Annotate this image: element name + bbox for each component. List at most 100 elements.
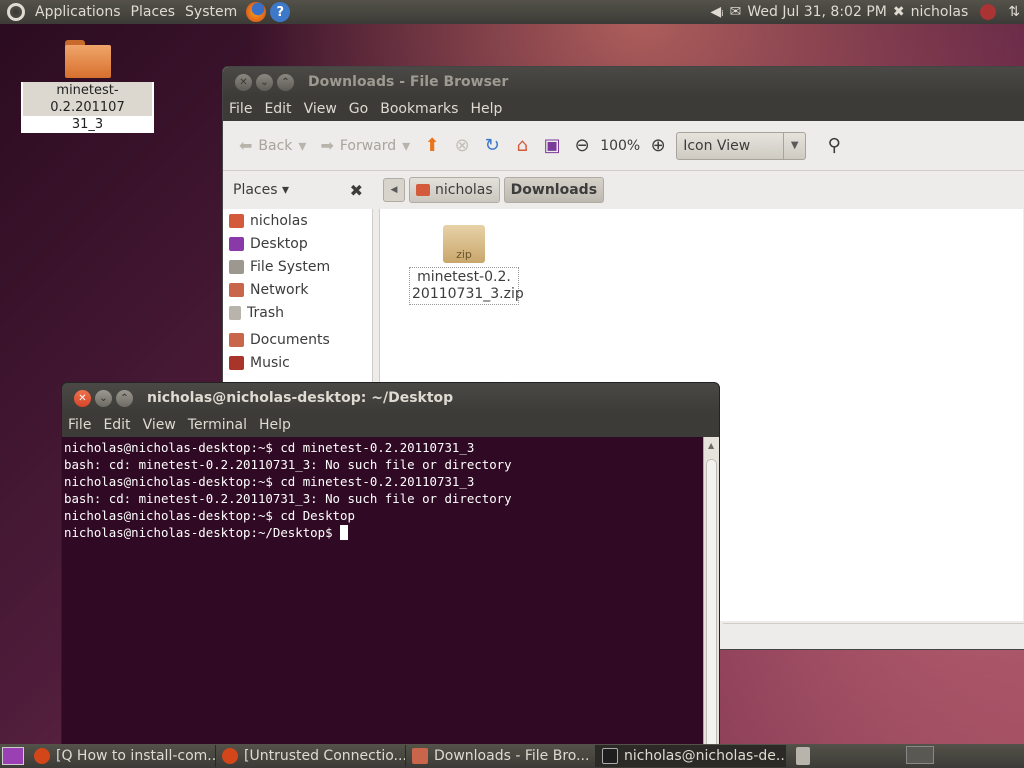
- taskbar-item-terminal[interactable]: nicholas@nicholas-de...: [596, 745, 786, 767]
- terminal-titlebar[interactable]: ✕ ⌄ ⌃ nicholas@nicholas-desktop: ~/Deskt…: [62, 383, 719, 413]
- menu-bookmarks[interactable]: Bookmarks: [374, 101, 464, 117]
- back-arrow-icon: ⬅: [239, 136, 253, 155]
- sidebar-item-label: nicholas: [250, 212, 308, 229]
- taskbar-item-untrusted[interactable]: [Untrusted Connectio...: [216, 745, 406, 767]
- computer-icon[interactable]: ▣: [540, 134, 564, 158]
- home-folder-icon: [229, 213, 244, 228]
- breadcrumb-downloads[interactable]: Downloads: [503, 177, 605, 203]
- terminal-line: nicholas@nicholas-desktop:~$ cd minetest…: [64, 474, 475, 489]
- minimize-button[interactable]: ⌄: [256, 73, 273, 91]
- file-browser-titlebar[interactable]: ✕ ⌄ ⌃ Downloads - File Browser: [223, 67, 1024, 97]
- desktop-icon: [229, 236, 244, 251]
- menu-view[interactable]: View: [137, 417, 182, 433]
- forward-arrow-icon: ➡: [320, 136, 334, 155]
- back-dropdown-icon[interactable]: ▾: [298, 136, 306, 155]
- close-button[interactable]: ✕: [235, 73, 252, 91]
- file-label-line2: 20110731_3.zip: [412, 286, 524, 302]
- breadcrumb-downloads-label: Downloads: [510, 182, 598, 198]
- file-item-zip[interactable]: zip minetest-0.2. 20110731_3.zip: [409, 225, 524, 305]
- clock[interactable]: Wed Jul 31, 8:02 PM: [747, 4, 886, 20]
- sidebar-item-music[interactable]: Music: [223, 351, 372, 374]
- terminal-window: ✕ ⌄ ⌃ nicholas@nicholas-desktop: ~/Deskt…: [61, 382, 720, 768]
- zoom-in-icon[interactable]: ⊕: [646, 134, 670, 158]
- forward-dropdown-icon[interactable]: ▾: [402, 136, 410, 155]
- user-name[interactable]: nicholas: [911, 4, 969, 20]
- taskbar-item-firefox-question[interactable]: [Q How to install-com...: [28, 745, 216, 767]
- menu-help[interactable]: Help: [464, 101, 508, 117]
- close-button[interactable]: ✕: [74, 389, 91, 407]
- forward-label: Forward: [339, 137, 397, 154]
- menu-applications[interactable]: Applications: [30, 4, 126, 20]
- firefox-launcher-icon[interactable]: [246, 2, 267, 22]
- sidebar-item-label: Documents: [250, 331, 330, 348]
- sidebar-item-label: Trash: [247, 304, 284, 321]
- menu-terminal[interactable]: Terminal: [182, 417, 253, 433]
- menu-go[interactable]: Go: [343, 101, 374, 117]
- terminal-output[interactable]: nicholas@nicholas-desktop:~$ cd minetest…: [62, 437, 705, 767]
- show-desktop-button[interactable]: [2, 747, 24, 765]
- home-icon[interactable]: ⌂: [510, 134, 534, 158]
- taskbar-item-label: [Q How to install-com...: [56, 748, 216, 764]
- mail-icon[interactable]: ✉: [730, 4, 742, 20]
- home-folder-icon: [416, 184, 430, 196]
- file-label-line1: minetest-0.2.: [417, 269, 511, 285]
- menu-file[interactable]: File: [62, 417, 97, 433]
- maximize-button[interactable]: ⌃: [116, 389, 133, 407]
- menu-places[interactable]: Places: [126, 4, 181, 20]
- places-label: Places: [233, 182, 278, 198]
- help-launcher-icon[interactable]: ?: [270, 2, 291, 22]
- reload-icon[interactable]: ↻: [480, 134, 504, 158]
- trash-icon: [229, 305, 241, 320]
- close-sidebar-icon[interactable]: ✖: [350, 181, 363, 200]
- taskbar-item-label: Downloads - File Bro...: [434, 748, 590, 764]
- sidebar-item-nicholas[interactable]: nicholas: [223, 209, 372, 232]
- scroll-up-icon[interactable]: ▲: [708, 441, 714, 450]
- scrollbar-thumb[interactable]: [706, 459, 717, 749]
- menu-view[interactable]: View: [298, 101, 343, 117]
- back-button[interactable]: ⬅ Back ▾: [235, 136, 310, 155]
- forward-button[interactable]: ➡ Forward ▾: [316, 136, 414, 155]
- window-title: Downloads - File Browser: [308, 74, 509, 90]
- menu-system[interactable]: System: [180, 4, 242, 20]
- breadcrumb-left-arrow-icon[interactable]: ◀: [383, 178, 405, 202]
- sidebar-item-desktop[interactable]: Desktop: [223, 232, 372, 255]
- sidebar-item-trash[interactable]: Trash: [223, 301, 372, 324]
- terminal-line: bash: cd: minetest-0.2.20110731_3: No su…: [64, 457, 512, 472]
- volume-icon[interactable]: ◀ᵢ: [710, 4, 723, 20]
- breadcrumb-nicholas[interactable]: nicholas: [409, 177, 500, 203]
- desktop-folder-minetest[interactable]: minetest-0.2.201107 31_3: [21, 40, 154, 133]
- places-header[interactable]: Places ▾ ✖: [223, 181, 373, 200]
- up-arrow-icon[interactable]: ⬆: [420, 134, 444, 158]
- terminal-prompt: nicholas@nicholas-desktop:~/Desktop$: [64, 525, 341, 540]
- drive-icon: [229, 259, 244, 274]
- stop-icon[interactable]: ⊗: [450, 134, 474, 158]
- sidebar-item-file-system[interactable]: File System: [223, 255, 372, 278]
- zoom-out-icon[interactable]: ⊖: [570, 134, 594, 158]
- power-icon[interactable]: [980, 4, 997, 20]
- maximize-button[interactable]: ⌃: [277, 73, 294, 91]
- search-icon[interactable]: ⚲: [822, 134, 846, 158]
- workspace-switcher[interactable]: [906, 746, 934, 764]
- network-icon[interactable]: ⇅: [1008, 4, 1020, 20]
- terminal-scrollbar[interactable]: ▲: [703, 437, 719, 767]
- sidebar-item-label: Desktop: [250, 235, 308, 252]
- sidebar-item-network[interactable]: Network: [223, 278, 372, 301]
- minimize-button[interactable]: ⌄: [95, 389, 112, 407]
- terminal-prompt-line: nicholas@nicholas-desktop:~/Desktop$: [64, 524, 705, 541]
- folder-icon: [412, 748, 428, 764]
- menu-edit[interactable]: Edit: [258, 101, 297, 117]
- trash-icon[interactable]: [796, 747, 810, 765]
- sidebar-item-documents[interactable]: Documents: [223, 328, 372, 351]
- status-bar: [723, 623, 1024, 649]
- menu-edit[interactable]: Edit: [97, 417, 136, 433]
- desktop-folder-label-line1: minetest-0.2.201107: [23, 82, 152, 116]
- network-folder-icon: [229, 282, 244, 297]
- file-browser-menubar: File Edit View Go Bookmarks Help: [223, 97, 1024, 121]
- chevron-down-icon: ▾: [277, 182, 289, 198]
- menu-file[interactable]: File: [223, 101, 258, 117]
- location-bar: Places ▾ ✖ ◀ nicholas Downloads: [223, 171, 1024, 209]
- menu-help[interactable]: Help: [253, 417, 297, 433]
- desktop-folder-label: minetest-0.2.201107 31_3: [21, 82, 154, 133]
- view-mode-select[interactable]: Icon View ▼: [676, 131, 807, 160]
- taskbar-item-file-browser[interactable]: Downloads - File Bro...: [406, 745, 596, 767]
